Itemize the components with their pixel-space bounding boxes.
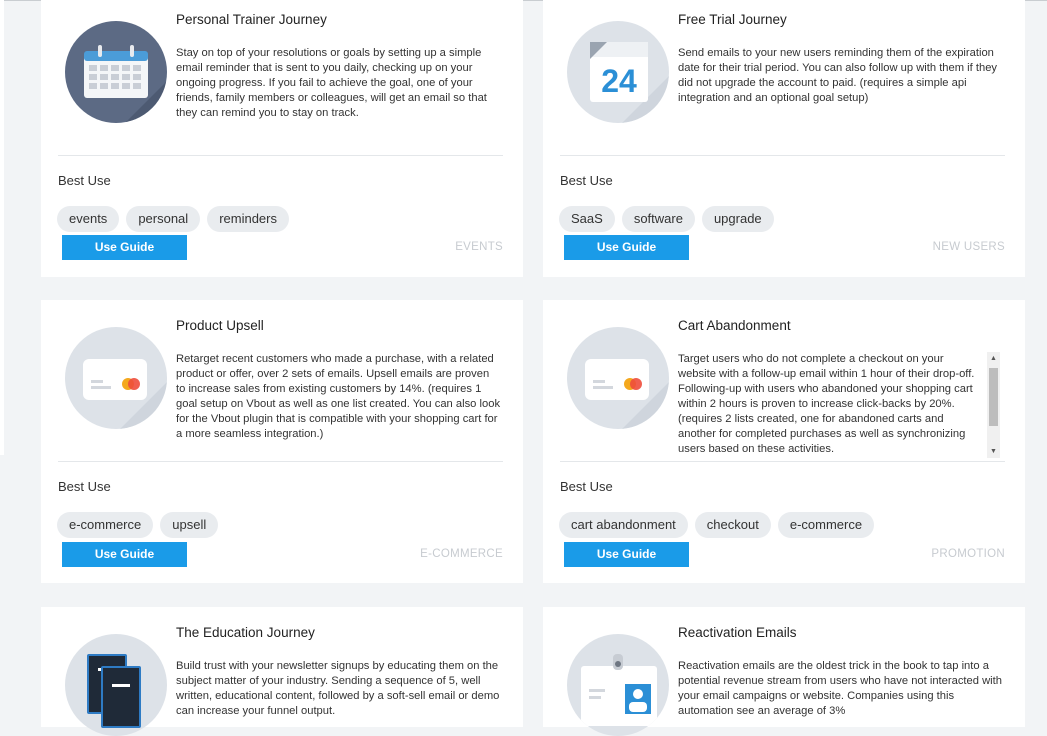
card-title: Free Trial Journey <box>678 12 787 27</box>
use-guide-button[interactable]: Use Guide <box>564 542 689 567</box>
description-scrollbar[interactable]: ▲ ▼ <box>987 352 1000 458</box>
left-panel-edge <box>0 0 4 455</box>
tag-personal[interactable]: personal <box>126 206 201 232</box>
card-description: Stay on top of your resolutions or goals… <box>176 47 487 119</box>
card-divider <box>560 461 1005 462</box>
use-guide-button[interactable]: Use Guide <box>62 235 187 260</box>
tag-list: events personal reminders <box>57 206 289 232</box>
journey-card-product-upsell: Product Upsell Retarget recent customers… <box>41 300 523 583</box>
tag-cart-abandonment[interactable]: cart abandonment <box>559 512 688 538</box>
tag-checkout[interactable]: checkout <box>694 512 771 538</box>
calendar-day-number: 24 <box>601 63 637 99</box>
best-use-label: Best Use <box>560 479 613 494</box>
card-title: Product Upsell <box>176 318 264 333</box>
card-divider <box>560 155 1005 156</box>
tag-list: cart abandonment checkout e-commerce <box>559 512 875 538</box>
tag-software[interactable]: software <box>621 206 695 232</box>
use-guide-button[interactable]: Use Guide <box>62 542 187 567</box>
journey-card-education: The Education Journey Build trust with y… <box>41 607 523 736</box>
tag-list: e-commerce upsell <box>57 512 219 538</box>
scroll-up-arrow-icon[interactable]: ▲ <box>987 352 1000 365</box>
journey-card-personal-trainer: Personal Trainer Journey Stay on top of … <box>41 0 523 277</box>
card-description: Target users who do not complete a check… <box>678 353 975 455</box>
journey-card-reactivation: Reactivation Emails Reactivation emails … <box>543 607 1025 736</box>
best-use-label: Best Use <box>560 173 613 188</box>
best-use-label: Best Use <box>58 479 111 494</box>
tag-list: SaaS software upgrade <box>559 206 774 232</box>
tag-upgrade[interactable]: upgrade <box>701 206 774 232</box>
card-title: The Education Journey <box>176 625 315 640</box>
journey-card-free-trial: 24 Free Trial Journey Send emails to you… <box>543 0 1025 277</box>
card-description: Retarget recent customers who made a pur… <box>176 353 501 440</box>
tag-reminders[interactable]: reminders <box>207 206 289 232</box>
best-use-label: Best Use <box>58 173 111 188</box>
calendar-icon <box>65 21 167 123</box>
card-title: Personal Trainer Journey <box>176 12 327 27</box>
card-description: Send emails to your new users reminding … <box>678 47 998 104</box>
tag-e-commerce[interactable]: e-commerce <box>57 512 154 538</box>
use-guide-button[interactable]: Use Guide <box>564 235 689 260</box>
card-title: Cart Abandonment <box>678 318 791 333</box>
category-label: PROMOTION <box>931 548 1005 560</box>
books-icon <box>65 634 167 736</box>
category-label: NEW USERS <box>932 241 1005 253</box>
card-title: Reactivation Emails <box>678 625 797 640</box>
card-divider <box>58 155 503 156</box>
card-divider <box>58 461 503 462</box>
credit-card-icon <box>65 327 167 429</box>
credit-card-icon <box>567 327 669 429</box>
card-description: Build trust with your newsletter signups… <box>176 660 500 717</box>
journey-card-cart-abandonment: Cart Abandonment Target users who do not… <box>543 300 1025 583</box>
category-label: E-COMMERCE <box>420 548 503 560</box>
tag-upsell[interactable]: upsell <box>160 512 219 538</box>
card-description: Reactivation emails are the oldest trick… <box>678 660 1002 717</box>
category-label: EVENTS <box>455 241 503 253</box>
scroll-down-arrow-icon[interactable]: ▼ <box>987 445 1000 458</box>
scrollbar-thumb[interactable] <box>989 368 998 426</box>
tag-e-commerce[interactable]: e-commerce <box>777 512 875 538</box>
id-badge-icon <box>567 634 669 736</box>
calendar-24-icon: 24 <box>567 21 669 123</box>
tag-events[interactable]: events <box>57 206 120 232</box>
tag-saas[interactable]: SaaS <box>559 206 615 232</box>
